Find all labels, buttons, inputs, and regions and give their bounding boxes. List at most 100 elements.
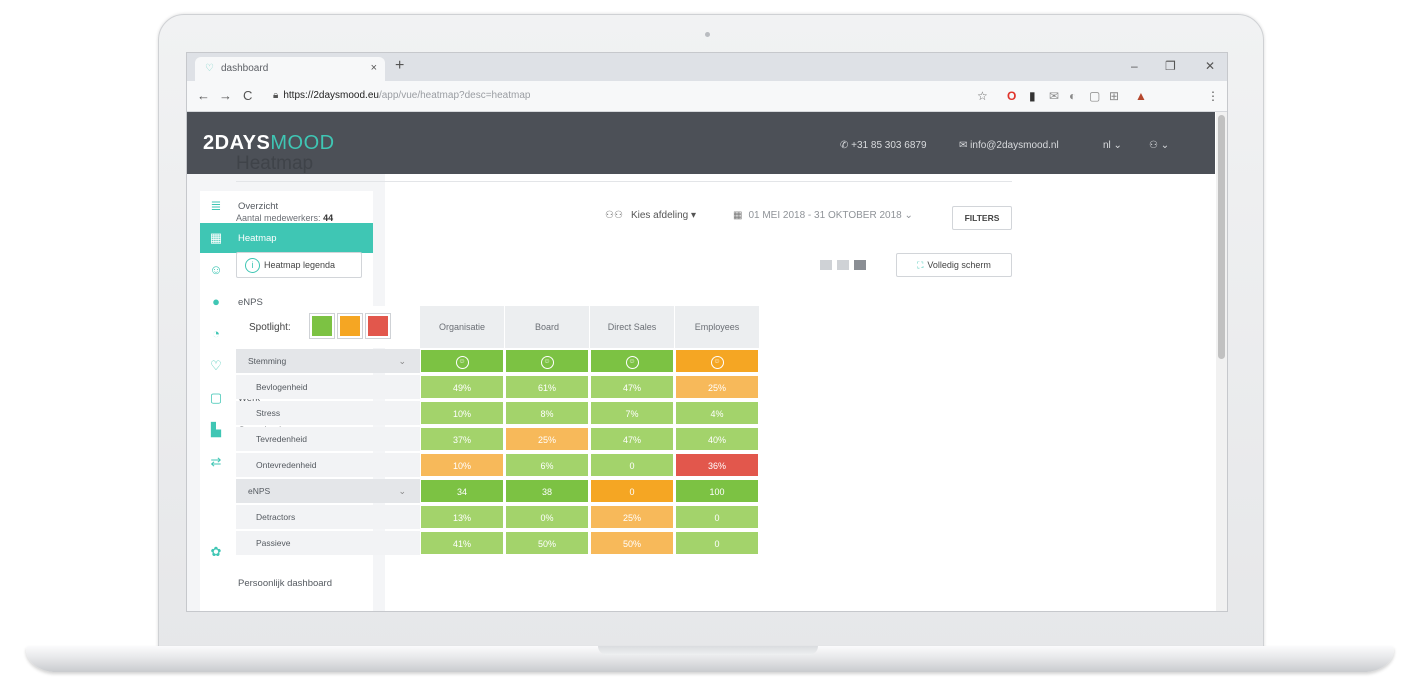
heatmap-cell[interactable]: 25% [505,427,589,451]
reload-icon[interactable]: C [243,88,252,103]
favicon-icon: ♡ [205,63,214,74]
sidebar-item-persoonlijk-dashboard[interactable]: Persoonlijk dashboard [200,568,373,598]
calendar-icon: ▦ [733,210,743,221]
heatmap-cell[interactable]: 61% [505,375,589,399]
opera-extension-icon[interactable]: O [1007,89,1016,103]
heatmap-cell[interactable]: 40% [675,427,759,451]
date-range-label: 01 MEI 2018 - 31 OKTOBER 2018 ⌄ [748,210,913,221]
heatmap-cell[interactable]: 50% [505,531,589,555]
mail-extension-icon[interactable]: ✉ [1049,89,1059,103]
heatmap-cell[interactable]: 36% [675,453,759,477]
logo-main: 2DAYS [203,132,271,154]
column-header[interactable]: Organisatie [420,306,504,348]
close-window-button[interactable]: ✕ [1205,59,1215,73]
heatmap-cell[interactable]: 10% [420,453,504,477]
minimize-button[interactable]: – [1131,59,1138,73]
heatmap-cell[interactable]: 100 [675,479,759,503]
theme-extension-icon[interactable]: ◐ [1069,89,1076,103]
forward-icon[interactable]: → [219,88,232,103]
column-header[interactable]: Board [505,306,589,348]
heatmap-cell[interactable]: 8% [505,401,589,425]
new-tab-button[interactable]: + [395,58,404,74]
spotlight-orange-toggle[interactable] [337,313,363,339]
language-select[interactable]: nl ⌄ [1103,140,1122,151]
view-medium-icon[interactable] [837,260,849,270]
heatmap-cell[interactable]: 37% [420,427,504,451]
browser-tab[interactable]: ♡ dashboard × [195,57,385,81]
bookmark-star-icon[interactable]: ☆ [977,89,988,103]
sidebar-item-label: Heatmap [238,233,277,244]
heatmap-cell-value: 10% [452,409,471,419]
filters-button[interactable]: FILTERS [952,206,1012,230]
heatmap-cell-value: 47% [622,435,641,445]
heatmap-group-row[interactable]: Stemming ⌄ [236,349,420,373]
heatmap-cell-value: 13% [452,513,471,523]
heatmap-cell[interactable]: ☺ [505,349,589,373]
heatmap-cell[interactable]: 25% [675,375,759,399]
heatmap-legend-button[interactable]: i Heatmap legenda [236,252,362,278]
heatmap-group-row[interactable]: eNPS ⌄ [236,479,420,503]
pocket-extension-icon[interactable]: ▮ [1029,89,1036,103]
heatmap-cell-value: 38 [541,487,552,497]
heatmap-cell[interactable]: 47% [590,427,674,451]
heatmap-cell[interactable]: 10% [420,401,504,425]
heatmap-cell[interactable]: 13% [420,505,504,529]
column-header[interactable]: Direct Sales [590,306,674,348]
employee-count-label: Aantal medewerkers: [236,213,321,223]
heatmap-cell-value: 0 [714,539,720,549]
heatmap-cell[interactable]: ☺ [420,349,504,373]
heatmap-legend-label: Heatmap legenda [264,260,336,270]
heatmap-cell[interactable]: ☺ [675,349,759,373]
spotlight-red-toggle[interactable] [365,313,391,339]
email-link[interactable]: ✉ info@2daysmood.nl [959,140,1059,151]
column-header[interactable]: Employees [675,306,759,348]
back-icon[interactable]: ← [197,88,210,103]
heatmap-row-label: Ontevredenheid [236,453,420,477]
chevron-down-icon[interactable]: ⌄ [398,479,406,503]
heatmap-cell[interactable]: 0 [590,479,674,503]
tab-title: dashboard [221,63,269,74]
heatmap-cell[interactable]: 7% [590,401,674,425]
window-extension-icon[interactable]: ▢ [1089,89,1100,103]
profile-extension-icon[interactable]: ▲ [1135,89,1147,103]
heatmap-cell[interactable]: 0 [675,531,759,555]
browser-menu-icon[interactable]: ⋮ [1207,89,1219,103]
logo[interactable]: 2DAYSMOOD [203,132,335,155]
grid-extension-icon[interactable]: ⊞ [1109,89,1119,103]
heatmap-cell[interactable]: ☺ [590,349,674,373]
phone-link[interactable]: ✆ +31 85 303 6879 [840,140,927,151]
employee-count-value: 44 [323,213,334,223]
heatmap-cell[interactable]: 0% [505,505,589,529]
sidebar-item-icon: ≣ [210,198,222,213]
view-large-icon[interactable] [854,260,866,270]
department-select[interactable]: ⚇⚇ Kies afdeling ▾ [605,210,696,221]
heatmap-cell[interactable]: 47% [590,375,674,399]
heatmap-cell[interactable]: 41% [420,531,504,555]
sidebar-item-icon: ▦ [209,230,223,245]
spotlight-green-toggle[interactable] [309,313,335,339]
view-compact-icon[interactable] [820,260,832,270]
sidebar-item-icon: ♡ [210,358,222,373]
heatmap-cell[interactable]: 6% [505,453,589,477]
heatmap-cell[interactable]: 4% [675,401,759,425]
heatmap-cell-value: 47% [622,383,641,393]
scrollbar-thumb[interactable] [1218,115,1225,359]
sidebar-item-heatmap[interactable]: ▦ Heatmap [200,223,373,253]
maximize-button[interactable]: ❐ [1165,59,1176,73]
heatmap-cell[interactable]: 25% [590,505,674,529]
tab-close-icon[interactable]: × [371,62,377,74]
heatmap-cell[interactable]: 49% [420,375,504,399]
date-range-picker[interactable]: ▦ 01 MEI 2018 - 31 OKTOBER 2018 ⌄ [733,210,913,221]
heatmap-cell[interactable]: 38 [505,479,589,503]
heatmap-cell[interactable]: 34 [420,479,504,503]
fullscreen-button[interactable]: ⛶ Volledig scherm [896,253,1012,277]
chevron-down-icon[interactable]: ⌄ [398,349,406,373]
user-menu[interactable]: ⚇ ⌄ [1149,140,1169,151]
address-bar[interactable]: 🔒︎ https://2daysmood.eu/app/vue/heatmap?d… [273,86,973,106]
heatmap-cell[interactable]: 0 [590,453,674,477]
heatmap-cell[interactable]: 50% [590,531,674,555]
fullscreen-icon: ⛶ [917,260,924,270]
heatmap-cell-value: 0 [714,513,720,523]
spotlight-label: Spotlight: [249,322,291,333]
heatmap-cell[interactable]: 0 [675,505,759,529]
